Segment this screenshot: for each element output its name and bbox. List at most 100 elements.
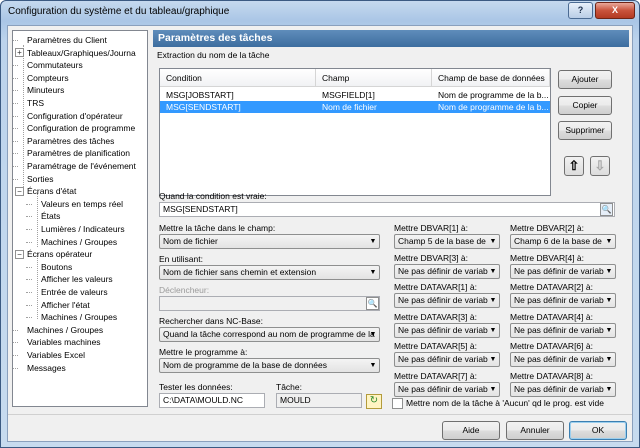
tree-connector <box>13 355 18 356</box>
condition-label: Quand la condition est vraie: <box>159 191 267 201</box>
trigger-label: Déclencheur: <box>159 285 210 295</box>
up-arrow-icon: ⇧ <box>568 158 580 173</box>
cancel-button[interactable]: Annuler <box>506 421 564 440</box>
var-select[interactable]: Ne pas définir de variab ▼ <box>394 293 500 308</box>
tree-item[interactable]: Paramètres du Client <box>27 34 107 46</box>
tree-item[interactable]: États <box>41 210 60 222</box>
tree-item[interactable]: Variables Excel <box>27 349 85 361</box>
var-select[interactable]: Ne pas définir de variab ▼ <box>510 352 616 367</box>
var-select-value: Ne pas définir de variab <box>398 383 488 394</box>
tree-item[interactable]: Configuration de programme <box>27 122 135 134</box>
tree-guide-line <box>37 253 38 319</box>
tree-item[interactable]: Afficher les valeurs <box>41 273 113 285</box>
help-title-button[interactable]: ? <box>568 2 593 19</box>
tree-item[interactable]: Machines / Groupes <box>41 311 117 323</box>
var-select-value: Ne pas définir de variab <box>398 295 488 305</box>
delete-button[interactable]: Supprimer <box>558 121 612 140</box>
tree-connector <box>13 65 18 67</box>
config-window: Configuration du système et du tableau/g… <box>0 0 640 448</box>
tree-expander-icon[interactable]: − <box>15 186 24 196</box>
tree-item[interactable]: Paramètres des tâches <box>27 135 114 147</box>
tree-item[interactable]: Sorties <box>27 173 53 185</box>
tree-item[interactable]: Lumières / Indicateurs <box>41 223 125 235</box>
tree-connector <box>26 203 32 205</box>
var-select[interactable]: Ne pas définir de variab ▼ <box>510 263 616 279</box>
tree-item[interactable]: Écrans d'état <box>27 185 76 197</box>
tree-item[interactable]: Compteurs <box>27 72 69 84</box>
column-header-field[interactable]: Champ <box>316 69 432 87</box>
help-button[interactable]: Aide <box>442 421 500 440</box>
chevron-down-icon: ▼ <box>605 356 613 363</box>
var-select[interactable]: Ne pas définir de variab ▼ <box>394 381 500 397</box>
tree-connector <box>13 153 18 155</box>
tree-item[interactable]: Variables machines <box>27 336 101 348</box>
move-down-button[interactable]: ⇩ <box>590 156 610 176</box>
add-button[interactable]: Ajouter <box>558 70 612 89</box>
tree-item[interactable]: Machines / Groupes <box>27 324 103 336</box>
var-label: Mettre DBVAR[4] à: <box>510 252 585 263</box>
field-select-value: Nom de fichier <box>163 236 218 246</box>
var-select[interactable]: Ne pas définir de variab ▼ <box>510 293 616 308</box>
tree-item[interactable]: Boutons <box>41 261 72 273</box>
column-header-db-field[interactable]: Champ de base de données <box>432 69 550 87</box>
condition-input[interactable]: MSG[SENDSTART] <box>159 202 615 217</box>
var-label: Mettre DBVAR[2] à: <box>510 223 585 233</box>
chevron-down-icon: ▼ <box>489 238 497 245</box>
empty-task-checkbox[interactable] <box>392 398 403 409</box>
var-select[interactable]: Ne pas définir de variab ▼ <box>394 322 500 338</box>
var-select[interactable]: Ne pas définir de variab ▼ <box>510 322 616 338</box>
tree-item[interactable]: Configuration d'opérateur <box>27 110 123 122</box>
var-select[interactable]: Ne pas définir de variab ▼ <box>394 352 500 367</box>
conditions-table[interactable]: Condition Champ Champ de base de données… <box>159 68 551 196</box>
close-button[interactable]: X <box>595 2 635 19</box>
tree-item[interactable]: Tableaux/Graphiques/Journa <box>27 47 136 59</box>
tree-expander-icon[interactable]: − <box>15 249 24 259</box>
tree-connector <box>13 103 18 104</box>
tree-item[interactable]: Messages <box>27 362 66 374</box>
field-select[interactable]: Nom de fichier ▼ <box>159 234 380 249</box>
using-select[interactable]: Nom de fichier sans chemin et extension ▼ <box>159 265 380 280</box>
var-select[interactable]: Ne pas définir de variab ▼ <box>394 263 500 279</box>
tree-item[interactable]: Paramètres de planification <box>27 147 130 159</box>
copy-button[interactable]: Copier <box>558 96 612 115</box>
tree-item[interactable]: Valeurs en temps réel <box>41 198 123 210</box>
dialog-client: Paramètres du Client + Tableaux/Graphiques… <box>7 25 633 442</box>
ncbase-select[interactable]: Quand la tâche correspond au nom de prog… <box>159 327 380 342</box>
tree-item[interactable]: Entrée de valeurs <box>41 286 108 298</box>
tree-expander-icon[interactable]: + <box>15 48 24 58</box>
settings-tree[interactable]: Paramètres du Client + Tableaux/Graphiques… <box>12 30 148 407</box>
table-row[interactable]: MSG[JOBSTART] MSGFIELD[1] Nom de program… <box>160 89 550 101</box>
tree-connector <box>26 292 32 293</box>
var-select-value: Ne pas définir de variab <box>398 265 488 276</box>
program-select[interactable]: Nom de programme de la base de données ▼ <box>159 358 380 373</box>
move-up-button[interactable]: ⇧ <box>564 156 584 176</box>
tree-item[interactable]: Machines / Groupes <box>41 236 117 248</box>
table-row-selected[interactable]: MSG[SENDSTART] Nom de fichier Nom de pro… <box>160 101 550 113</box>
test-button[interactable]: ↻ <box>366 394 382 409</box>
footer-divider <box>8 414 632 415</box>
var-select[interactable]: Ne pas définir de variab ▼ <box>510 381 616 397</box>
var-label: Mettre DATAVAR[5] à: <box>394 341 477 351</box>
chevron-down-icon: ▼ <box>369 331 377 338</box>
var-select[interactable]: Champ 6 de la base de ▼ <box>510 234 616 249</box>
column-header-condition[interactable]: Condition <box>160 69 316 87</box>
tree-item[interactable]: Commutateurs <box>27 59 83 71</box>
var-label: Mettre DATAVAR[2] à: <box>510 282 593 292</box>
tree-item[interactable]: Paramétrage de l'événement <box>27 160 136 172</box>
tree-item[interactable]: Afficher l'état <box>41 299 90 311</box>
chevron-down-icon: ▼ <box>605 297 613 304</box>
chevron-down-icon: ▼ <box>489 326 497 334</box>
tree-item[interactable]: Écrans opérateur <box>27 248 92 260</box>
browse-condition-button[interactable]: 🔍 <box>600 203 613 216</box>
tree-connector <box>13 367 18 369</box>
tree-item[interactable]: Minuteurs <box>27 84 64 96</box>
ok-button[interactable]: OK <box>569 421 627 440</box>
chevron-down-icon: ▼ <box>605 267 613 275</box>
chevron-down-icon: ▼ <box>369 362 377 369</box>
trigger-input[interactable] <box>159 296 380 311</box>
var-select[interactable]: Champ 5 de la base de ▼ <box>394 234 500 249</box>
browse-trigger-button[interactable]: 🔍 <box>366 297 379 310</box>
test-input[interactable]: C:\DATA\MOULD.NC <box>159 393 265 408</box>
table-cell: MSG[SENDSTART] <box>166 102 241 112</box>
tree-item[interactable]: TRS <box>27 97 44 109</box>
